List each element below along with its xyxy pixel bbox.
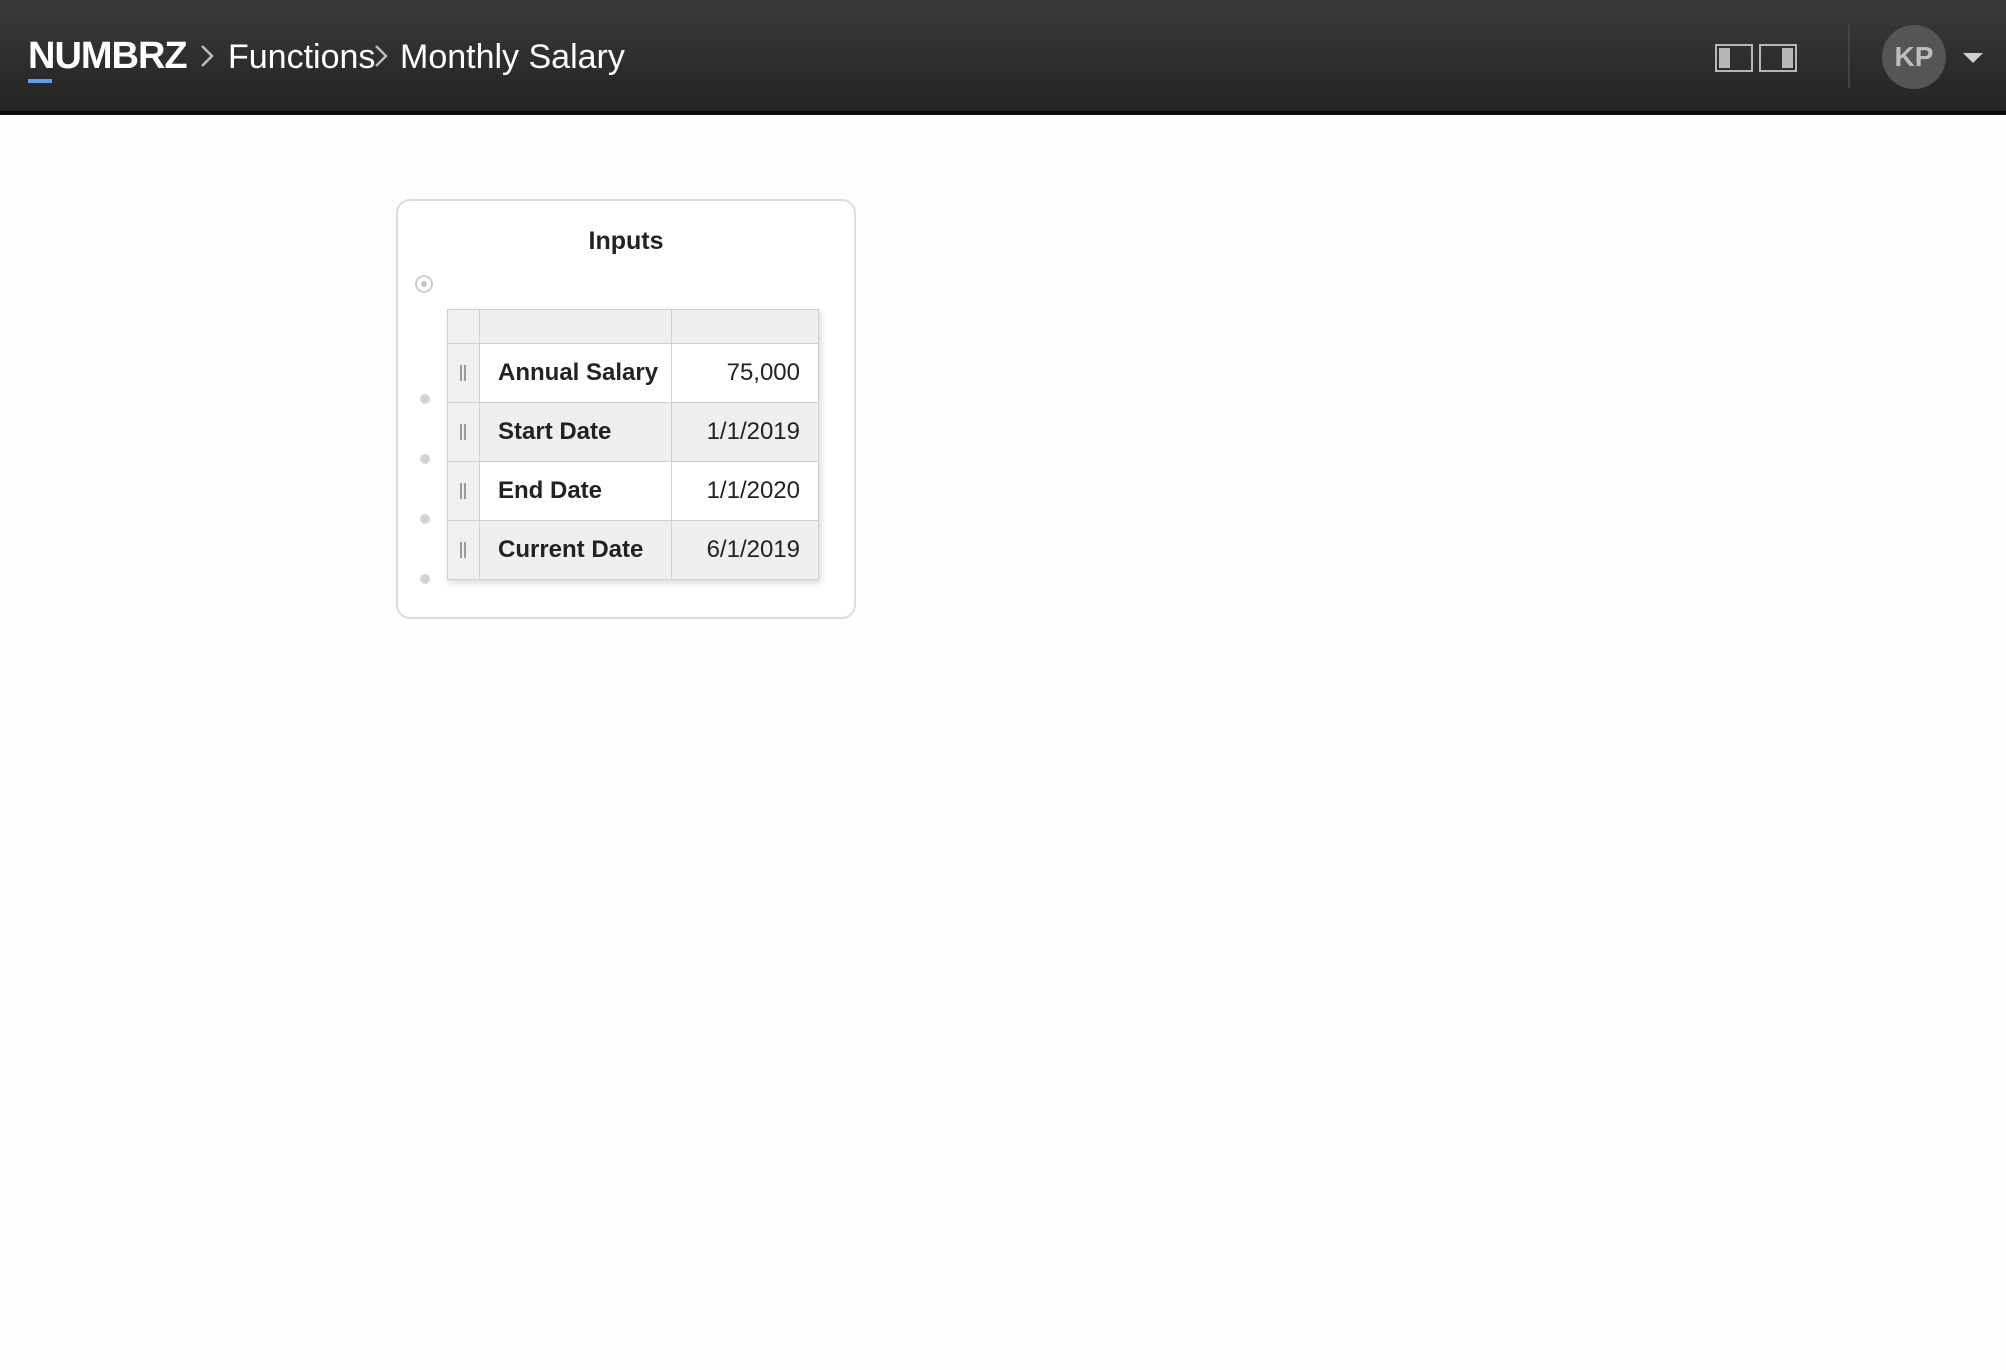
- drag-handle-icon[interactable]: [448, 403, 480, 461]
- chevron-right-icon: [375, 45, 388, 67]
- header-divider: [1848, 24, 1850, 88]
- input-value-cell[interactable]: 75,000: [672, 344, 818, 402]
- drag-handle-icon[interactable]: [448, 462, 480, 520]
- layout-right-panel-icon[interactable]: [1759, 44, 1797, 72]
- avatar[interactable]: KP: [1882, 25, 1946, 89]
- table-row: Current Date 6/1/2019: [448, 520, 818, 579]
- drag-handle-icon[interactable]: [448, 521, 480, 579]
- input-name-cell[interactable]: Current Date: [480, 521, 672, 579]
- row-connector-dot[interactable]: [420, 514, 430, 524]
- input-connector-radio[interactable]: [415, 275, 433, 293]
- row-connector-dot[interactable]: [420, 394, 430, 404]
- chevron-right-icon: [201, 45, 214, 67]
- table-row: Annual Salary 75,000: [448, 343, 818, 402]
- inputs-card-title: Inputs: [588, 227, 664, 255]
- drag-handle-icon[interactable]: [448, 344, 480, 402]
- table-row: End Date 1/1/2020: [448, 461, 818, 520]
- layout-left-panel-icon[interactable]: [1715, 44, 1753, 72]
- header-handle-cell: [448, 310, 480, 343]
- input-name-cell[interactable]: Annual Salary: [480, 344, 672, 402]
- brand-underline: [28, 79, 52, 83]
- header-value-cell: [672, 310, 818, 343]
- inputs-table: Annual Salary 75,000 Start Date 1/1/2019…: [447, 309, 819, 580]
- row-connector-dot[interactable]: [420, 574, 430, 584]
- header-name-cell: [480, 310, 672, 343]
- input-name-cell[interactable]: Start Date: [480, 403, 672, 461]
- breadcrumb-current-page: Monthly Salary: [400, 38, 625, 76]
- input-value-cell[interactable]: 1/1/2020: [672, 462, 818, 520]
- table-header-row: [448, 310, 818, 343]
- input-name-cell[interactable]: End Date: [480, 462, 672, 520]
- caret-down-icon[interactable]: [1963, 53, 1983, 63]
- input-value-cell[interactable]: 6/1/2019: [672, 521, 818, 579]
- top-navbar: NUMBRZ Functions Monthly Salary KP: [0, 0, 2006, 115]
- breadcrumb-functions[interactable]: Functions: [228, 35, 375, 79]
- row-connector-dot[interactable]: [420, 454, 430, 464]
- brand-logo[interactable]: NUMBRZ: [28, 33, 188, 79]
- inputs-card: Inputs Annual Salary 75,000 Start Date 1…: [396, 199, 856, 619]
- table-row: Start Date 1/1/2019: [448, 402, 818, 461]
- input-value-cell[interactable]: 1/1/2019: [672, 403, 818, 461]
